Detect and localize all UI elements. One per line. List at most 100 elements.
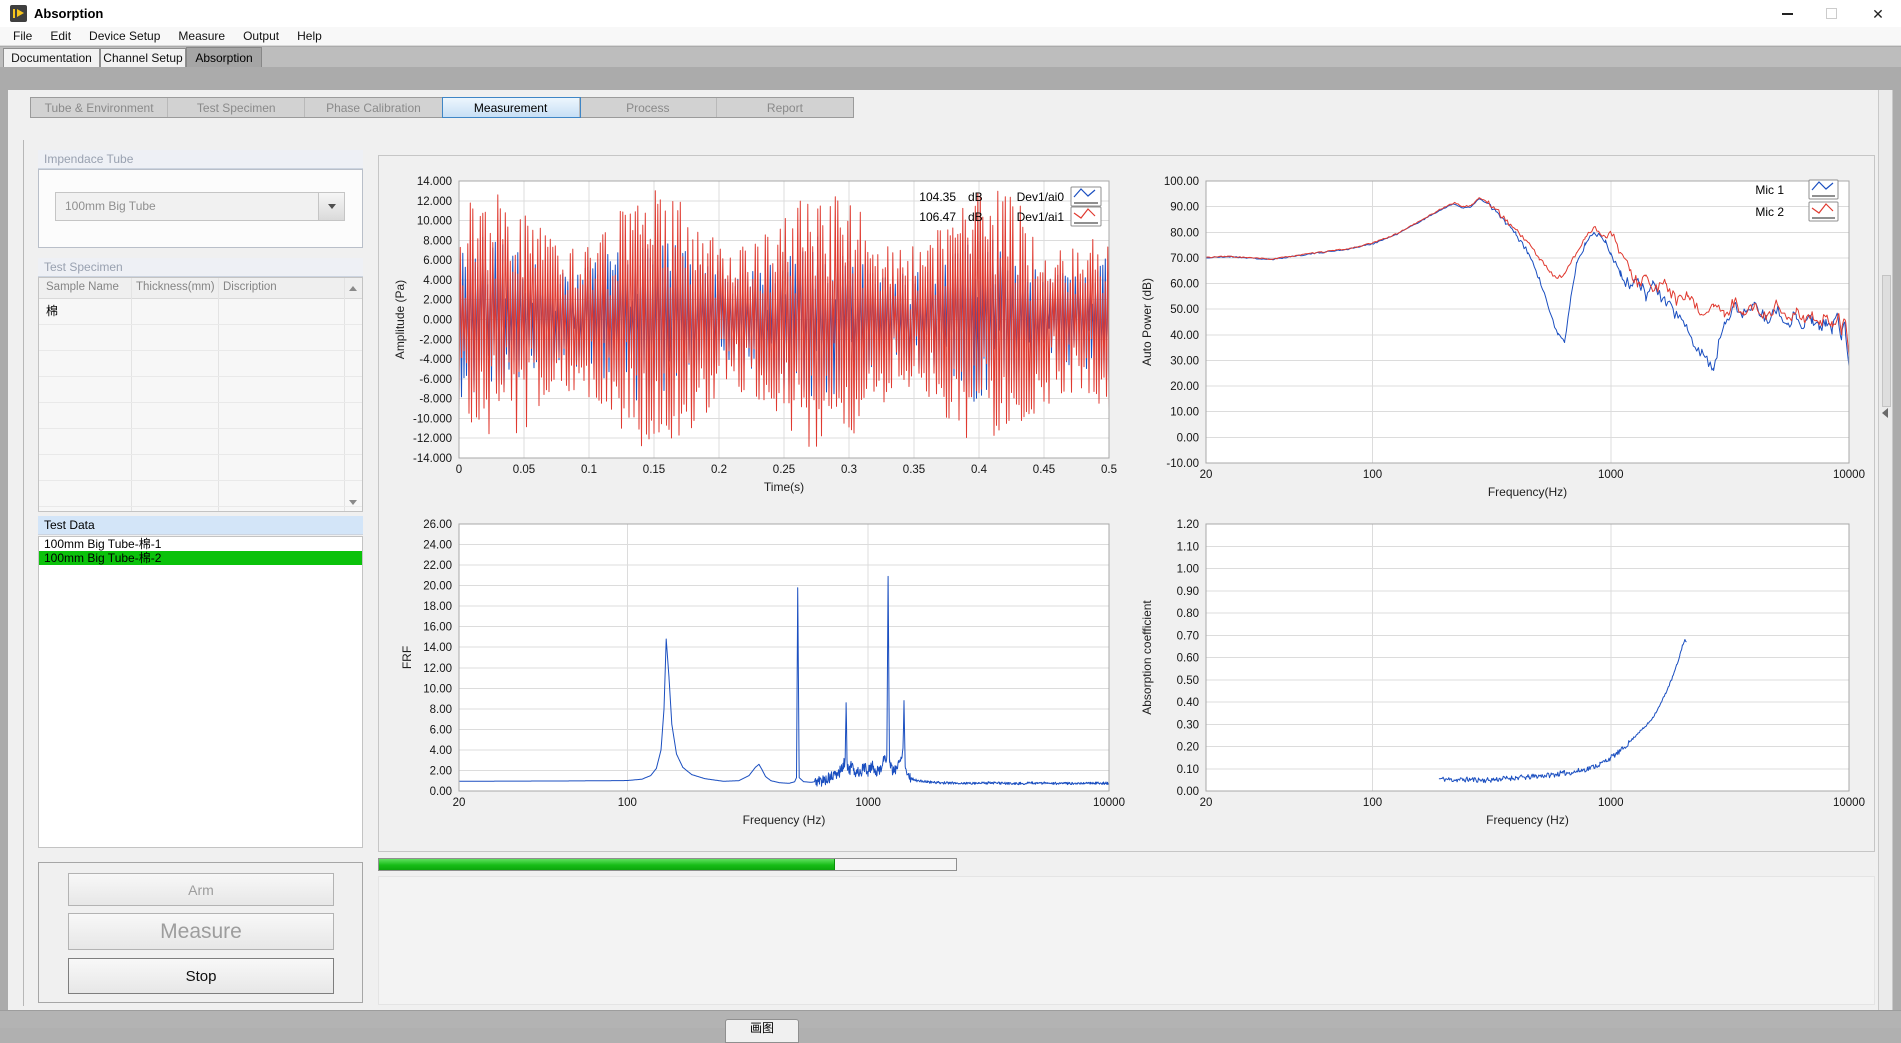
x-axis-title: Frequency(Hz)	[1488, 485, 1567, 499]
window-body: Tube & Environment Test Specimen Phase C…	[0, 67, 1901, 1028]
subtab-measurement[interactable]: Measurement	[443, 98, 580, 117]
svg-text:0.70: 0.70	[1177, 630, 1199, 642]
tab-absorption[interactable]: Absorption	[186, 47, 262, 68]
svg-text:8.00: 8.00	[430, 704, 452, 716]
svg-text:30.00: 30.00	[1170, 355, 1199, 367]
chart-autopower: -10.000.0010.0020.0030.0040.0050.0060.00…	[1140, 176, 1865, 499]
svg-text:80.00: 80.00	[1170, 227, 1199, 239]
test-data-list[interactable]: 100mm Big Tube-棉-1 100mm Big Tube-棉-2	[38, 536, 363, 848]
svg-text:14.00: 14.00	[423, 642, 452, 654]
tab-documentation[interactable]: Documentation	[3, 48, 100, 67]
column-thickness: Thickness(mm)	[136, 281, 215, 293]
menu-item-help[interactable]: Help	[288, 29, 331, 43]
svg-text:-6.000: -6.000	[419, 374, 452, 386]
collapse-left-icon[interactable]	[1882, 408, 1888, 418]
svg-text:0.20: 0.20	[1177, 742, 1199, 754]
x-axis-title: Frequency (Hz)	[743, 813, 826, 827]
svg-text:10.000: 10.000	[417, 216, 452, 228]
svg-text:20.00: 20.00	[423, 581, 452, 593]
svg-text:60.00: 60.00	[1170, 279, 1199, 291]
svg-text:0.1: 0.1	[581, 464, 597, 476]
chart-frf: 0.002.004.006.008.0010.0012.0014.0016.00…	[400, 519, 1125, 827]
svg-text:0.50: 0.50	[1177, 675, 1199, 687]
charts-area: -14.000-12.000-10.000-8.000-6.000-4.000-…	[378, 155, 1875, 852]
svg-text:0.00: 0.00	[430, 786, 452, 798]
bottom-strip	[0, 1010, 1901, 1028]
minimize-button[interactable]	[1769, 0, 1805, 27]
measure-button[interactable]: Measure	[68, 913, 334, 950]
app-window: Absorption ✕ File Edit Device Setup Meas…	[0, 0, 1901, 1028]
y-axis-title: Absorption coefficient	[1140, 600, 1154, 715]
svg-text:Mic 1: Mic 1	[1755, 183, 1784, 197]
svg-text:40.00: 40.00	[1170, 330, 1199, 342]
svg-text:0.35: 0.35	[903, 464, 925, 476]
svg-text:12.000: 12.000	[417, 196, 452, 208]
stop-button[interactable]: Stop	[68, 958, 334, 994]
group-border-line	[23, 140, 24, 1006]
minimize-icon	[1782, 13, 1793, 15]
menu-item-measure[interactable]: Measure	[169, 29, 234, 43]
chart-absorption: 0.000.100.200.300.400.500.600.700.800.90…	[1140, 519, 1865, 827]
subtab-process[interactable]: Process	[580, 98, 717, 117]
window-title: Absorption	[34, 6, 103, 21]
subtab-tube-environment[interactable]: Tube & Environment	[31, 98, 168, 117]
test-specimen-table[interactable]: Sample Name Thickness(mm) Discription 棉	[38, 277, 363, 512]
subtab-phase-calibration[interactable]: Phase Calibration	[305, 98, 442, 117]
svg-text:0.60: 0.60	[1177, 653, 1199, 665]
svg-text:90.00: 90.00	[1170, 202, 1199, 214]
svg-text:12.00: 12.00	[423, 663, 452, 675]
svg-text:0.25: 0.25	[773, 464, 795, 476]
menu-item-output[interactable]: Output	[234, 29, 288, 43]
svg-text:0.2: 0.2	[711, 464, 727, 476]
svg-text:100: 100	[1363, 797, 1382, 809]
impedance-tube-header: Impendace Tube	[38, 150, 363, 169]
svg-text:-10.00: -10.00	[1166, 458, 1199, 470]
menu-item-edit[interactable]: Edit	[41, 29, 80, 43]
scroll-up-icon[interactable]	[349, 286, 357, 291]
svg-text:4.00: 4.00	[430, 745, 452, 757]
arm-button[interactable]: Arm	[68, 873, 334, 906]
svg-text:-2.000: -2.000	[419, 334, 452, 346]
svg-text:10.00: 10.00	[423, 683, 452, 695]
tube-select-dropdown[interactable]: 100mm Big Tube	[55, 192, 345, 221]
right-splitter-bar[interactable]	[1878, 90, 1893, 1010]
svg-text:Dev1/ai1: Dev1/ai1	[1017, 210, 1065, 224]
table-row-sample-name[interactable]: 棉	[46, 302, 58, 319]
column-discription: Discription	[223, 281, 277, 293]
close-button[interactable]: ✕	[1860, 0, 1896, 27]
svg-text:1.20: 1.20	[1177, 519, 1199, 531]
y-axis-title: Auto Power (dB)	[1140, 278, 1154, 366]
bottom-tab-draw[interactable]: 画图	[725, 1019, 799, 1043]
empty-status-region	[378, 876, 1875, 1005]
svg-text:0.10: 0.10	[1177, 764, 1199, 776]
svg-text:20: 20	[1200, 469, 1213, 481]
subtab-report[interactable]: Report	[717, 98, 853, 117]
list-item-test-data-2[interactable]: 100mm Big Tube-棉-2	[39, 551, 362, 565]
subtab-test-specimen[interactable]: Test Specimen	[168, 98, 305, 117]
test-data-header: Test Data	[38, 516, 363, 535]
dropdown-button[interactable]	[318, 193, 344, 220]
x-axis-title: Time(s)	[764, 480, 804, 494]
svg-text:2.000: 2.000	[423, 295, 452, 307]
svg-text:18.00: 18.00	[423, 601, 452, 613]
scroll-down-icon[interactable]	[349, 500, 357, 505]
list-item-test-data-1[interactable]: 100mm Big Tube-棉-1	[39, 537, 362, 551]
measurement-progress-bar	[378, 858, 957, 871]
svg-text:0.80: 0.80	[1177, 608, 1199, 620]
title-bar: Absorption ✕	[0, 0, 1901, 27]
splitter-thumb[interactable]	[1882, 275, 1891, 407]
main-tab-bar: Documentation Channel Setup Absorption	[0, 47, 1901, 67]
chevron-down-icon	[328, 204, 336, 209]
menu-item-device-setup[interactable]: Device Setup	[80, 29, 169, 43]
svg-text:50.00: 50.00	[1170, 304, 1199, 316]
content-panel: Tube & Environment Test Specimen Phase C…	[8, 90, 1884, 1010]
svg-text:22.00: 22.00	[423, 560, 452, 572]
svg-text:0.5: 0.5	[1101, 464, 1117, 476]
svg-text:0.00: 0.00	[1177, 786, 1199, 798]
maximize-button[interactable]	[1813, 0, 1849, 27]
menu-item-file[interactable]: File	[4, 29, 41, 43]
svg-text:1000: 1000	[1598, 797, 1624, 809]
svg-text:dB: dB	[968, 210, 983, 224]
tab-channel-setup[interactable]: Channel Setup	[100, 48, 186, 67]
table-body[interactable]: 棉	[39, 299, 362, 511]
